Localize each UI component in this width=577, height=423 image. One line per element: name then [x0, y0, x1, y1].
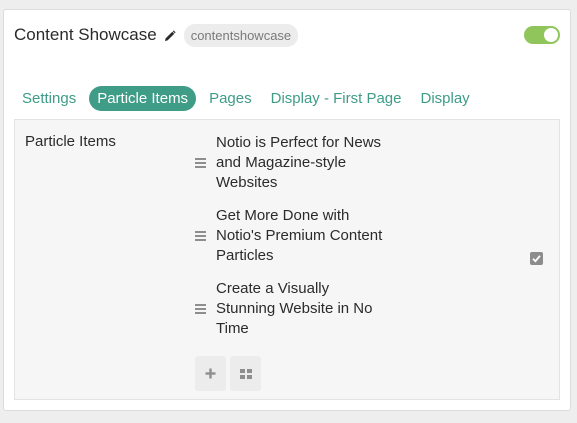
plus-icon	[205, 368, 216, 379]
particle-title: Content Showcase	[14, 25, 157, 44]
item-title[interactable]: Create a Visually Stunning Website in No…	[216, 279, 386, 339]
list-item[interactable]: Get More Done with Notio's Premium Conte…	[195, 206, 395, 266]
grid-icon	[239, 368, 252, 379]
item-actions	[195, 356, 261, 391]
add-item-button[interactable]	[195, 356, 226, 391]
particle-slug-badge: contentshowcase	[183, 23, 299, 47]
drag-handle-icon[interactable]	[195, 304, 206, 314]
item-title[interactable]: Get More Done with Notio's Premium Conte…	[216, 206, 386, 266]
tab-display-first-page[interactable]: Display - First Page	[265, 86, 408, 111]
check-icon	[532, 255, 541, 263]
section-label: Particle Items	[25, 133, 116, 150]
tab-display[interactable]: Display	[414, 86, 475, 111]
collection-button[interactable]	[230, 356, 261, 391]
list-item[interactable]: Notio is Perfect for News and Magazine-s…	[195, 133, 395, 193]
override-checkbox[interactable]	[530, 252, 543, 265]
particle-items-section: Particle Items Notio is Perfect for News…	[14, 119, 560, 400]
item-title[interactable]: Notio is Perfect for News and Magazine-s…	[216, 133, 386, 193]
pencil-icon[interactable]	[164, 29, 176, 41]
panel-header: Content Showcase contentshowcase	[14, 22, 560, 48]
drag-handle-icon[interactable]	[195, 158, 206, 168]
tab-settings[interactable]: Settings	[16, 86, 82, 111]
tab-bar: Settings Particle Items Pages Display - …	[16, 86, 483, 111]
drag-handle-icon[interactable]	[195, 231, 206, 241]
tab-particle-items[interactable]: Particle Items	[89, 86, 197, 111]
particle-panel: Content Showcase contentshowcase Setting…	[3, 9, 571, 411]
list-item[interactable]: Create a Visually Stunning Website in No…	[195, 279, 395, 339]
enable-toggle[interactable]	[524, 26, 560, 44]
tab-pages[interactable]: Pages	[203, 86, 258, 111]
particle-items-list: Notio is Perfect for News and Magazine-s…	[195, 133, 395, 352]
toggle-knob	[544, 28, 558, 42]
